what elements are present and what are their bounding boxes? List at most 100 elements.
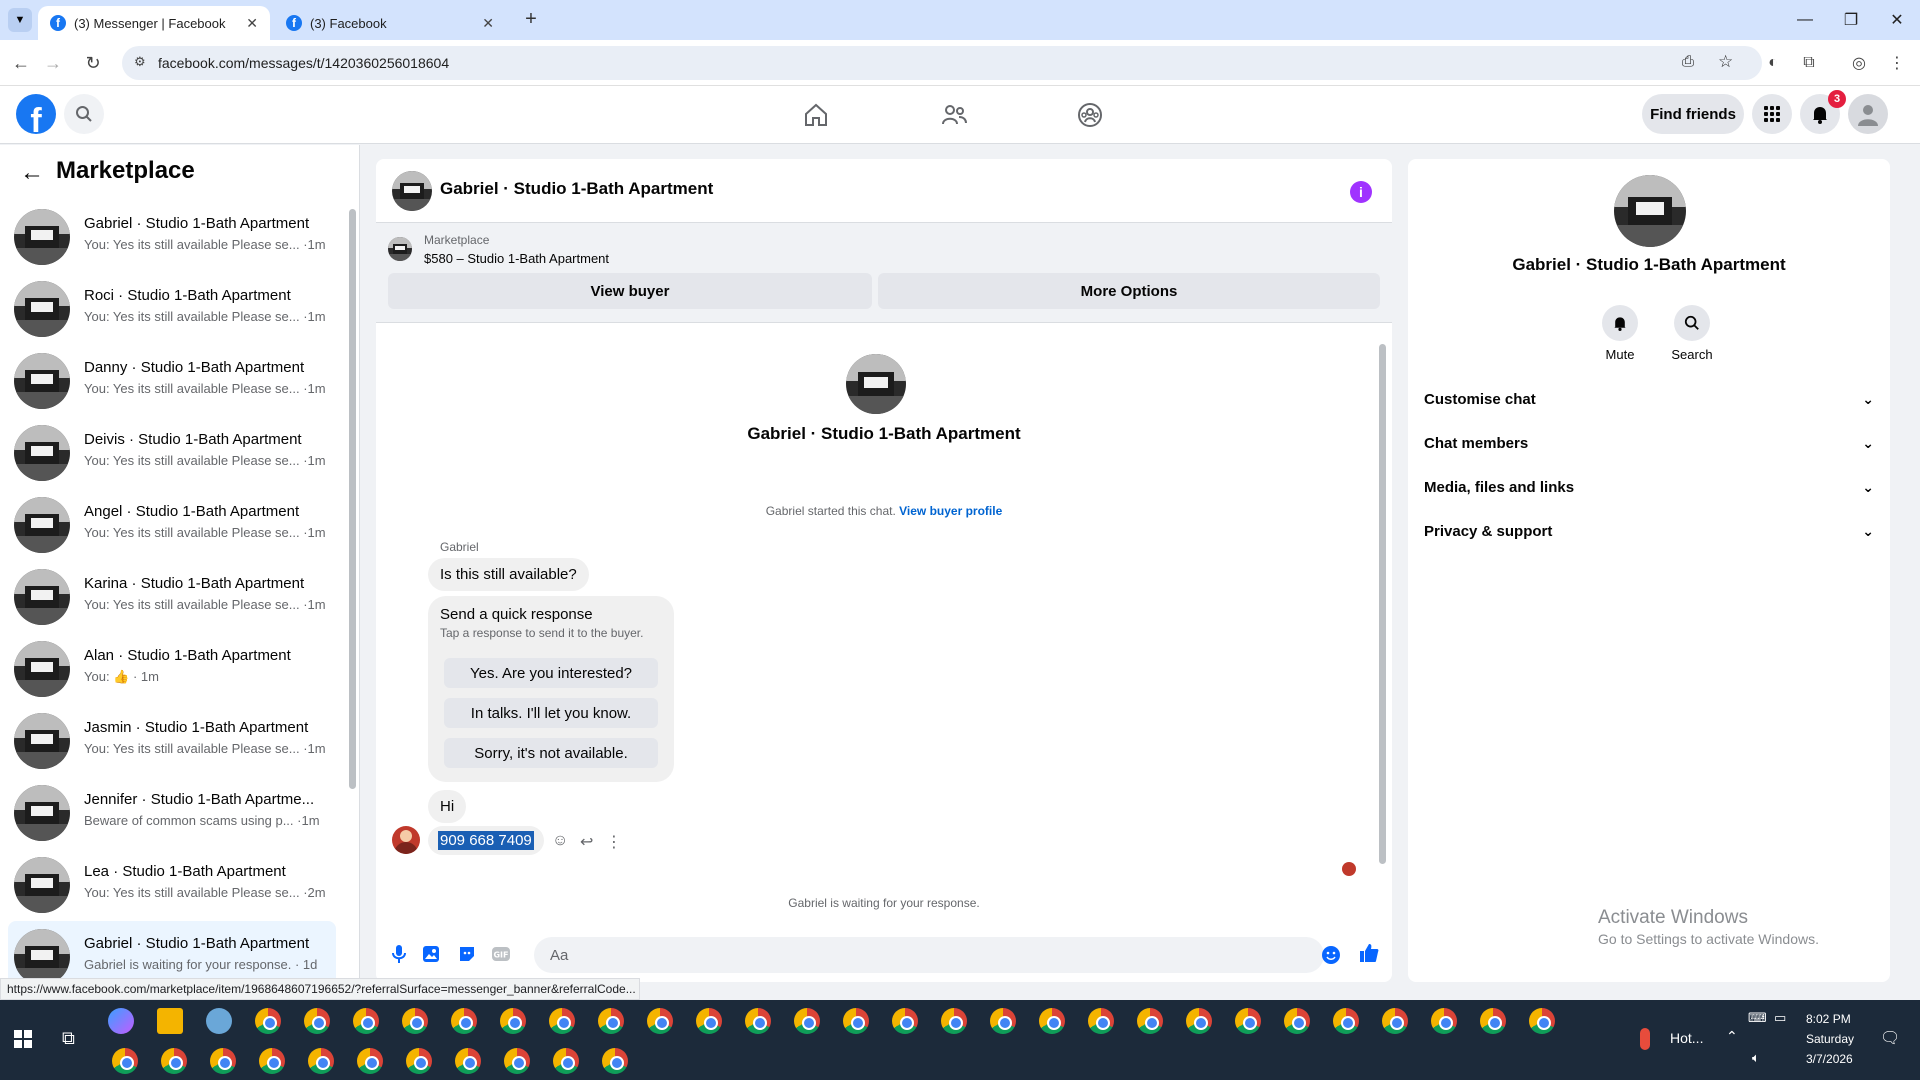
chat-list-item[interactable]: Deivis · Studio 1-Bath Apartment You: Yes… [8,417,336,487]
chat-list-item[interactable]: Lea · Studio 1-Bath Apartment You: Yes it… [8,849,336,919]
chrome-window-icon[interactable] [553,1048,579,1074]
chrome-window-icon[interactable] [745,1008,771,1034]
chat-list-item[interactable]: Roci · Studio 1-Bath Apartment You: Yes i… [8,273,336,343]
back-arrow-icon[interactable]: ← [20,159,44,187]
search-icon[interactable] [64,94,104,134]
bookmark-star-icon[interactable]: ☆ [1718,52,1733,72]
menu-kebab-icon[interactable]: ⋮ [1886,52,1908,74]
minimize-icon[interactable]: — [1782,0,1828,40]
info-avatar[interactable] [1614,175,1686,247]
site-info-icon[interactable]: ⚙ [134,54,146,70]
home-icon[interactable] [796,96,836,134]
chat-list-item[interactable]: Jennifer · Studio 1-Bath Apartme... Bewar… [8,777,336,847]
back-icon[interactable]: ← [8,50,34,76]
message-bubble[interactable]: Hi [428,790,467,823]
chat-members-section[interactable]: Chat members ⌄ [1424,425,1874,461]
chrome-window-icon[interactable] [255,1008,281,1034]
search-conversation-button[interactable]: Search [1662,305,1722,362]
chrome-window-icon[interactable] [1137,1008,1163,1034]
display-icon[interactable]: ▭ [1774,1010,1786,1026]
notification-center-icon[interactable]: 🗨︎ [1880,1028,1900,1048]
address-bar[interactable]: ⚙ facebook.com/messages/t/14203602560186… [122,46,1762,80]
chrome-window-icon[interactable] [402,1008,428,1034]
chrome-window-icon[interactable] [161,1048,187,1074]
chrome-window-icon[interactable] [1039,1008,1065,1034]
buyer-avatar-large[interactable] [846,354,906,414]
windows-start-icon[interactable] [14,1030,32,1053]
chrome-window-icon[interactable] [504,1048,530,1074]
message-input[interactable]: Aa [534,937,1324,973]
chrome-window-icon[interactable] [1529,1008,1555,1034]
install-app-icon[interactable]: ⎙ [1682,53,1694,70]
chrome-window-icon[interactable] [843,1008,869,1034]
chrome-window-icon[interactable] [1480,1008,1506,1034]
forward-icon[interactable]: → [40,50,66,76]
gif-icon[interactable]: GIF [490,943,512,965]
chat-list-item[interactable]: Alan · Studio 1-Bath Apartment You: 👍 · 1… [8,633,336,703]
chrome-window-icon[interactable] [892,1008,918,1034]
chrome-window-icon[interactable] [304,1008,330,1034]
listing-thumbnail[interactable] [388,237,412,261]
close-tab-icon[interactable]: ✕ [246,15,258,32]
find-friends-button[interactable]: Find friends [1642,94,1744,134]
chrome-window-icon[interactable] [406,1048,432,1074]
clock-date[interactable]: 3/7/2026 [1806,1052,1853,1066]
chrome-window-icon[interactable] [549,1008,575,1034]
chrome-window-icon[interactable] [500,1008,526,1034]
reply-icon[interactable]: ↩ [580,832,593,852]
chrome-window-icon[interactable] [794,1008,820,1034]
profile-icon[interactable]: ◎ [1848,52,1870,74]
weather-icon[interactable] [1640,1028,1650,1050]
chrome-window-icon[interactable] [210,1048,236,1074]
microphone-icon[interactable] [388,943,410,965]
volume-icon[interactable]: 🔈︎ [1752,1050,1760,1066]
view-buyer-button[interactable]: View buyer [388,273,872,309]
chat-list-item[interactable]: Gabriel · Studio 1-Bath Apartment You: Ye… [8,201,336,271]
chat-list-scrollbar[interactable] [349,209,356,789]
quick-response-option[interactable]: In talks. I'll let you know. [444,698,658,728]
chrome-window-icon[interactable] [1382,1008,1408,1034]
new-tab-button[interactable]: + [520,8,542,30]
more-options-button[interactable]: More Options [878,273,1380,309]
chrome-window-icon[interactable] [1235,1008,1261,1034]
chat-list-item[interactable]: Jasmin · Studio 1-Bath Apartment You: Yes… [8,705,336,775]
extensions-puzzle-icon[interactable]: ⧉ [1798,52,1820,74]
chrome-window-icon[interactable] [602,1048,628,1074]
network-icon[interactable]: ⌨ [1748,1010,1767,1026]
chat-list-item[interactable]: Angel · Studio 1-Bath Apartment You: Yes … [8,489,336,559]
weather-text[interactable]: Hot... [1670,1030,1703,1046]
chrome-window-icon[interactable] [1186,1008,1212,1034]
chrome-window-icon[interactable] [696,1008,722,1034]
account-avatar[interactable] [1848,94,1888,134]
facebook-logo-icon[interactable]: f [16,94,56,134]
chat-list-item[interactable]: Gabriel · Studio 1-Bath Apartment Gabriel… [8,921,336,982]
clock-day[interactable]: Saturday [1806,1032,1854,1046]
react-emoji-icon[interactable]: ☺ [552,832,568,850]
more-actions-icon[interactable]: ⋮ [606,832,622,852]
info-icon[interactable]: i [1350,181,1372,203]
chrome-window-icon[interactable] [1088,1008,1114,1034]
chrome-window-icon[interactable] [308,1048,334,1074]
chrome-window-icon[interactable] [598,1008,624,1034]
close-tab-icon[interactable]: ✕ [482,15,494,32]
chrome-window-icon[interactable] [112,1048,138,1074]
chat-avatar[interactable] [392,171,432,211]
selected-phone-text[interactable]: 909 668 7409 [438,831,534,850]
clock-time[interactable]: 8:02 PM [1806,1012,1851,1026]
chrome-window-icon[interactable] [259,1048,285,1074]
friends-icon[interactable] [934,96,974,134]
chrome-window-icon[interactable] [1333,1008,1359,1034]
message-bubble-phone[interactable]: 909 668 7409 [428,826,544,855]
quick-response-option[interactable]: Sorry, it's not available. [444,738,658,768]
mute-button[interactable]: Mute [1590,305,1650,362]
thumbs-up-icon[interactable] [1358,942,1380,964]
listing-price-title[interactable]: $580 – Studio 1-Bath Apartment [424,251,609,266]
message-bubble[interactable]: Is this still available? [428,558,589,591]
quick-response-option[interactable]: Yes. Are you interested? [444,658,658,688]
chrome-window-icon[interactable] [647,1008,673,1034]
close-window-icon[interactable]: ✕ [1874,0,1920,40]
chrome-window-icon[interactable] [357,1048,383,1074]
customise-chat-section[interactable]: Customise chat ⌄ [1424,381,1874,417]
sticker-icon[interactable] [456,943,478,965]
tab-search-icon[interactable]: ▼ [8,8,32,32]
